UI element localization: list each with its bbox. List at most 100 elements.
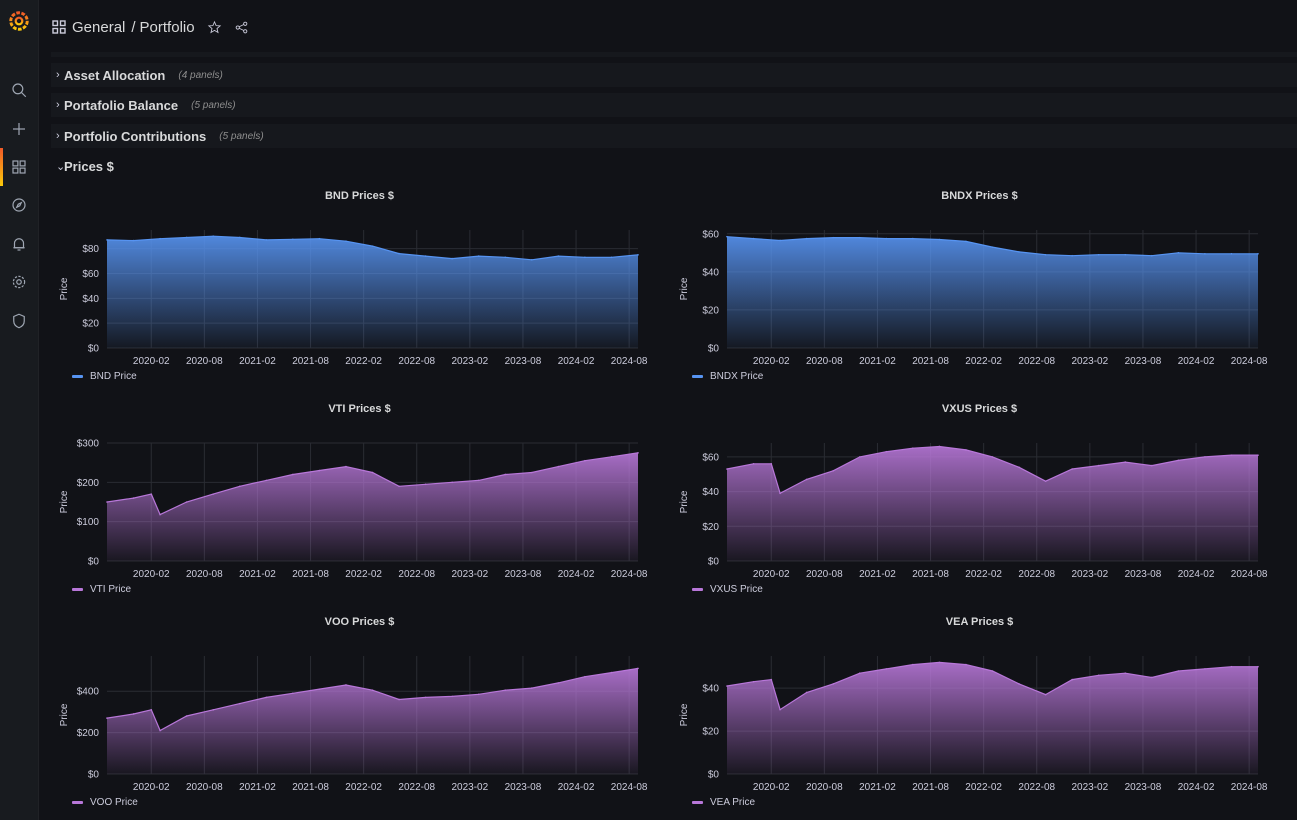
y-tick-label: $200 [77,478,100,489]
data-point [371,245,374,247]
data-point [238,485,241,488]
shield-icon[interactable] [0,302,38,340]
y-tick-label: $100 [77,517,100,528]
alerting-icon[interactable] [0,225,38,263]
data-point [858,236,861,239]
row-prices[interactable]: ⌄ Prices $ [51,154,1297,178]
legend-item[interactable]: VOO Price [72,797,138,808]
data-point [1071,468,1073,470]
x-tick-label: 2021-08 [912,356,949,367]
x-tick-label: 2024-08 [611,356,648,367]
panel-voo-prices[interactable]: VOO Prices $ $0 $200 $400 2020-02 2020-08 202… [52,616,667,816]
x-tick-label: 2024-08 [611,782,648,793]
configuration-icon[interactable] [0,263,38,301]
y-tick-label: $300 [77,439,100,450]
data-point [185,501,188,503]
y-tick-label: $20 [82,319,99,330]
x-tick-label: 2023-08 [505,569,542,580]
data-point [1071,678,1073,681]
x-tick-label: 2023-02 [1071,782,1108,793]
data-point [912,237,914,240]
legend-item[interactable]: VXUS Price [692,584,763,595]
x-tick-label: 2022-02 [345,782,382,793]
data-point [637,667,639,670]
explore-icon[interactable] [0,186,38,224]
legend-item[interactable]: BND Price [72,371,137,382]
x-tick-label: 2022-02 [965,569,1002,580]
x-tick-label: 2020-08 [186,782,223,793]
data-point [1097,674,1100,677]
data-point [504,689,507,691]
y-tick-label: $20 [702,522,719,533]
legend-item[interactable]: BNDX Price [692,371,763,382]
x-tick-label: 2023-02 [451,569,488,580]
x-tick-label: 2021-02 [859,569,896,580]
data-point [610,455,613,458]
series-area [727,662,1258,774]
panel-vti-prices[interactable]: VTI Prices $ $0 $100 $200 $300 2020-02 2020-0… [52,403,667,603]
timeseries-chart: $0 $200 $400 2020-02 2020-08 2021-02 2021-08 20… [59,656,648,793]
data-point [1018,683,1020,685]
y-tick-label: $60 [82,269,99,280]
data-point [424,483,427,486]
chevron-down-icon: ⌄ [56,160,66,173]
y-tick-label: $0 [708,344,720,355]
data-point [991,246,994,248]
grafana-logo-icon[interactable] [8,8,30,34]
data-point [132,239,135,242]
data-point [477,255,480,257]
x-tick-label: 2023-02 [451,356,488,367]
row-strip [51,52,1297,57]
row-asset-allocation[interactable]: › Asset Allocation (4 panels) [51,63,1297,87]
y-axis-label: Price [59,277,70,300]
data-point [106,501,108,503]
data-point [1071,254,1073,257]
data-point [371,689,374,691]
data-point [1018,251,1020,253]
data-point [779,239,781,242]
share-icon[interactable] [234,20,249,35]
data-point [885,668,888,670]
data-point [1230,665,1233,668]
plus-icon[interactable] [0,110,38,148]
search-icon[interactable] [0,71,38,109]
data-point [726,468,728,470]
y-tick-label: $40 [82,294,99,305]
panel-bnd-prices[interactable]: BND Prices $ $0 $20 $40 $60 $80 2020-02 2020-0… [52,190,667,390]
x-tick-label: 2023-08 [1125,569,1162,580]
legend-item[interactable]: VTI Price [72,584,131,595]
x-tick-label: 2023-02 [1071,356,1108,367]
data-point [159,237,161,240]
panel-bndx-prices[interactable]: BNDX Prices $ $0 $20 $40 $60 2020-02 2020-08 2… [672,190,1287,390]
data-point [531,471,533,474]
panel-vxus-prices[interactable]: VXUS Prices $ $0 $20 $40 $60 2020-02 2020-08 2… [672,403,1287,603]
row-portfolio-contributions[interactable]: › Portfolio Contributions (5 panels) [51,124,1297,148]
data-point [185,236,188,239]
row-portafolio-balance[interactable]: › Portafolio Balance (5 panels) [51,93,1297,117]
data-point [991,670,994,672]
timeseries-chart: $0 $20 $40 $60 2020-02 2020-08 2021-02 2021-08 2… [679,229,1268,367]
data-point [885,450,888,453]
data-point [318,237,321,240]
data-point [424,696,427,699]
data-point [779,708,781,711]
x-tick-label: 2022-02 [965,782,1002,793]
x-tick-label: 2023-08 [505,782,542,793]
breadcrumb-dashboard[interactable]: Portfolio [140,19,195,36]
breadcrumb-folder[interactable]: General [72,19,125,36]
x-tick-label: 2022-08 [398,569,435,580]
data-point [292,238,294,241]
data-point [557,465,560,468]
data-point [610,671,613,674]
x-tick-label: 2024-08 [1231,356,1268,367]
dashboards-icon[interactable] [0,148,38,186]
data-point [726,235,728,238]
legend-item[interactable]: VEA Price [692,797,755,808]
data-point [637,254,639,256]
data-point [965,663,967,666]
panel-vea-prices[interactable]: VEA Prices $ $0 $20 $40 2020-02 2020-08 2021-… [672,616,1287,816]
data-point [557,255,560,257]
star-icon[interactable] [207,20,222,35]
data-point [805,478,808,481]
data-point [912,663,914,666]
